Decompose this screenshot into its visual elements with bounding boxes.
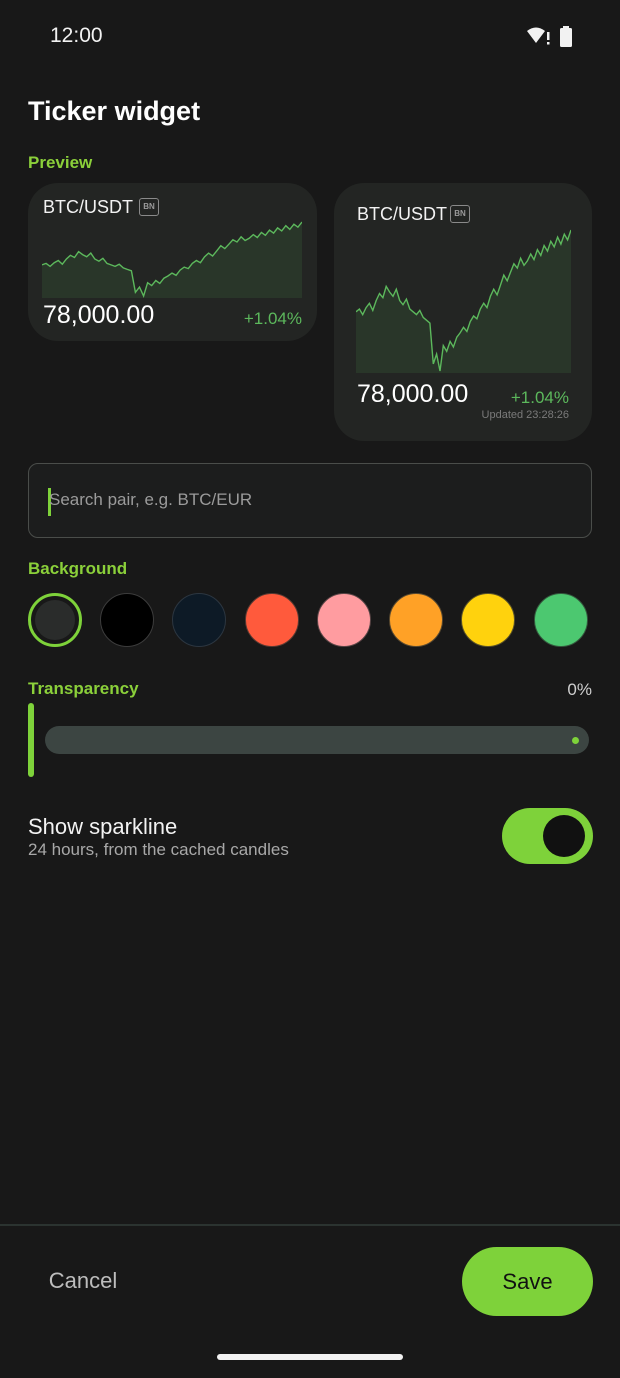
sparkline-chart xyxy=(356,229,571,373)
battery-icon xyxy=(560,26,572,47)
widget-pair: BTC/USDT xyxy=(43,197,133,217)
swatch-black[interactable] xyxy=(100,593,154,647)
transparency-slider-handle[interactable] xyxy=(28,703,34,777)
sparkline-toggle-switch[interactable] xyxy=(502,808,593,864)
status-time: 12:00 xyxy=(50,24,103,47)
transparency-slider-track[interactable] xyxy=(45,726,589,754)
cancel-button[interactable]: Cancel xyxy=(28,1248,138,1314)
save-button[interactable]: Save xyxy=(462,1247,593,1316)
widget-pair: BTC/USDT xyxy=(357,204,447,224)
preview-widget-small[interactable]: BTC/USDT BN 78,000.00 +1.04% xyxy=(28,183,317,341)
swatch-navy[interactable] xyxy=(172,593,226,647)
swatch-dark-gray[interactable] xyxy=(28,593,82,647)
transparency-value: 0% xyxy=(567,680,592,699)
sparkline-toggle-subtitle: 24 hours, from the cached candles xyxy=(28,840,289,859)
home-indicator xyxy=(217,1354,403,1360)
preview-label: Preview xyxy=(28,153,93,172)
status-bar: 12:00 xyxy=(0,0,620,72)
sparkline-toggle-title: Show sparkline xyxy=(28,814,178,839)
preview-widget-large[interactable]: BTC/USDT BN 78,000.00 +1.04% Updated 23:… xyxy=(334,183,592,441)
toggle-knob xyxy=(543,815,585,857)
widget-price: 78,000.00 xyxy=(357,380,469,408)
footer-divider xyxy=(0,1224,620,1226)
widget-price: 78,000.00 xyxy=(43,301,155,329)
swatch-orange[interactable] xyxy=(389,593,443,647)
exchange-badge: BN xyxy=(450,205,470,223)
background-label: Background xyxy=(28,559,128,578)
transparency-label: Transparency xyxy=(28,679,139,698)
search-input[interactable] xyxy=(49,464,569,536)
slider-end-dot xyxy=(572,737,579,744)
exchange-badge: BN xyxy=(139,198,159,216)
page-title: Ticker widget xyxy=(28,96,201,126)
search-field[interactable] xyxy=(28,463,592,538)
swatch-red[interactable] xyxy=(245,593,299,647)
widget-change: +1.04% xyxy=(510,388,569,407)
widget-change: +1.04% xyxy=(243,309,302,328)
swatch-yellow[interactable] xyxy=(461,593,515,647)
swatch-pink[interactable] xyxy=(317,593,371,647)
wifi-alert-icon xyxy=(527,27,550,45)
sparkline-chart xyxy=(42,221,302,298)
swatch-green[interactable] xyxy=(534,593,588,647)
widget-updated-time: Updated 23:28:26 xyxy=(481,409,569,421)
